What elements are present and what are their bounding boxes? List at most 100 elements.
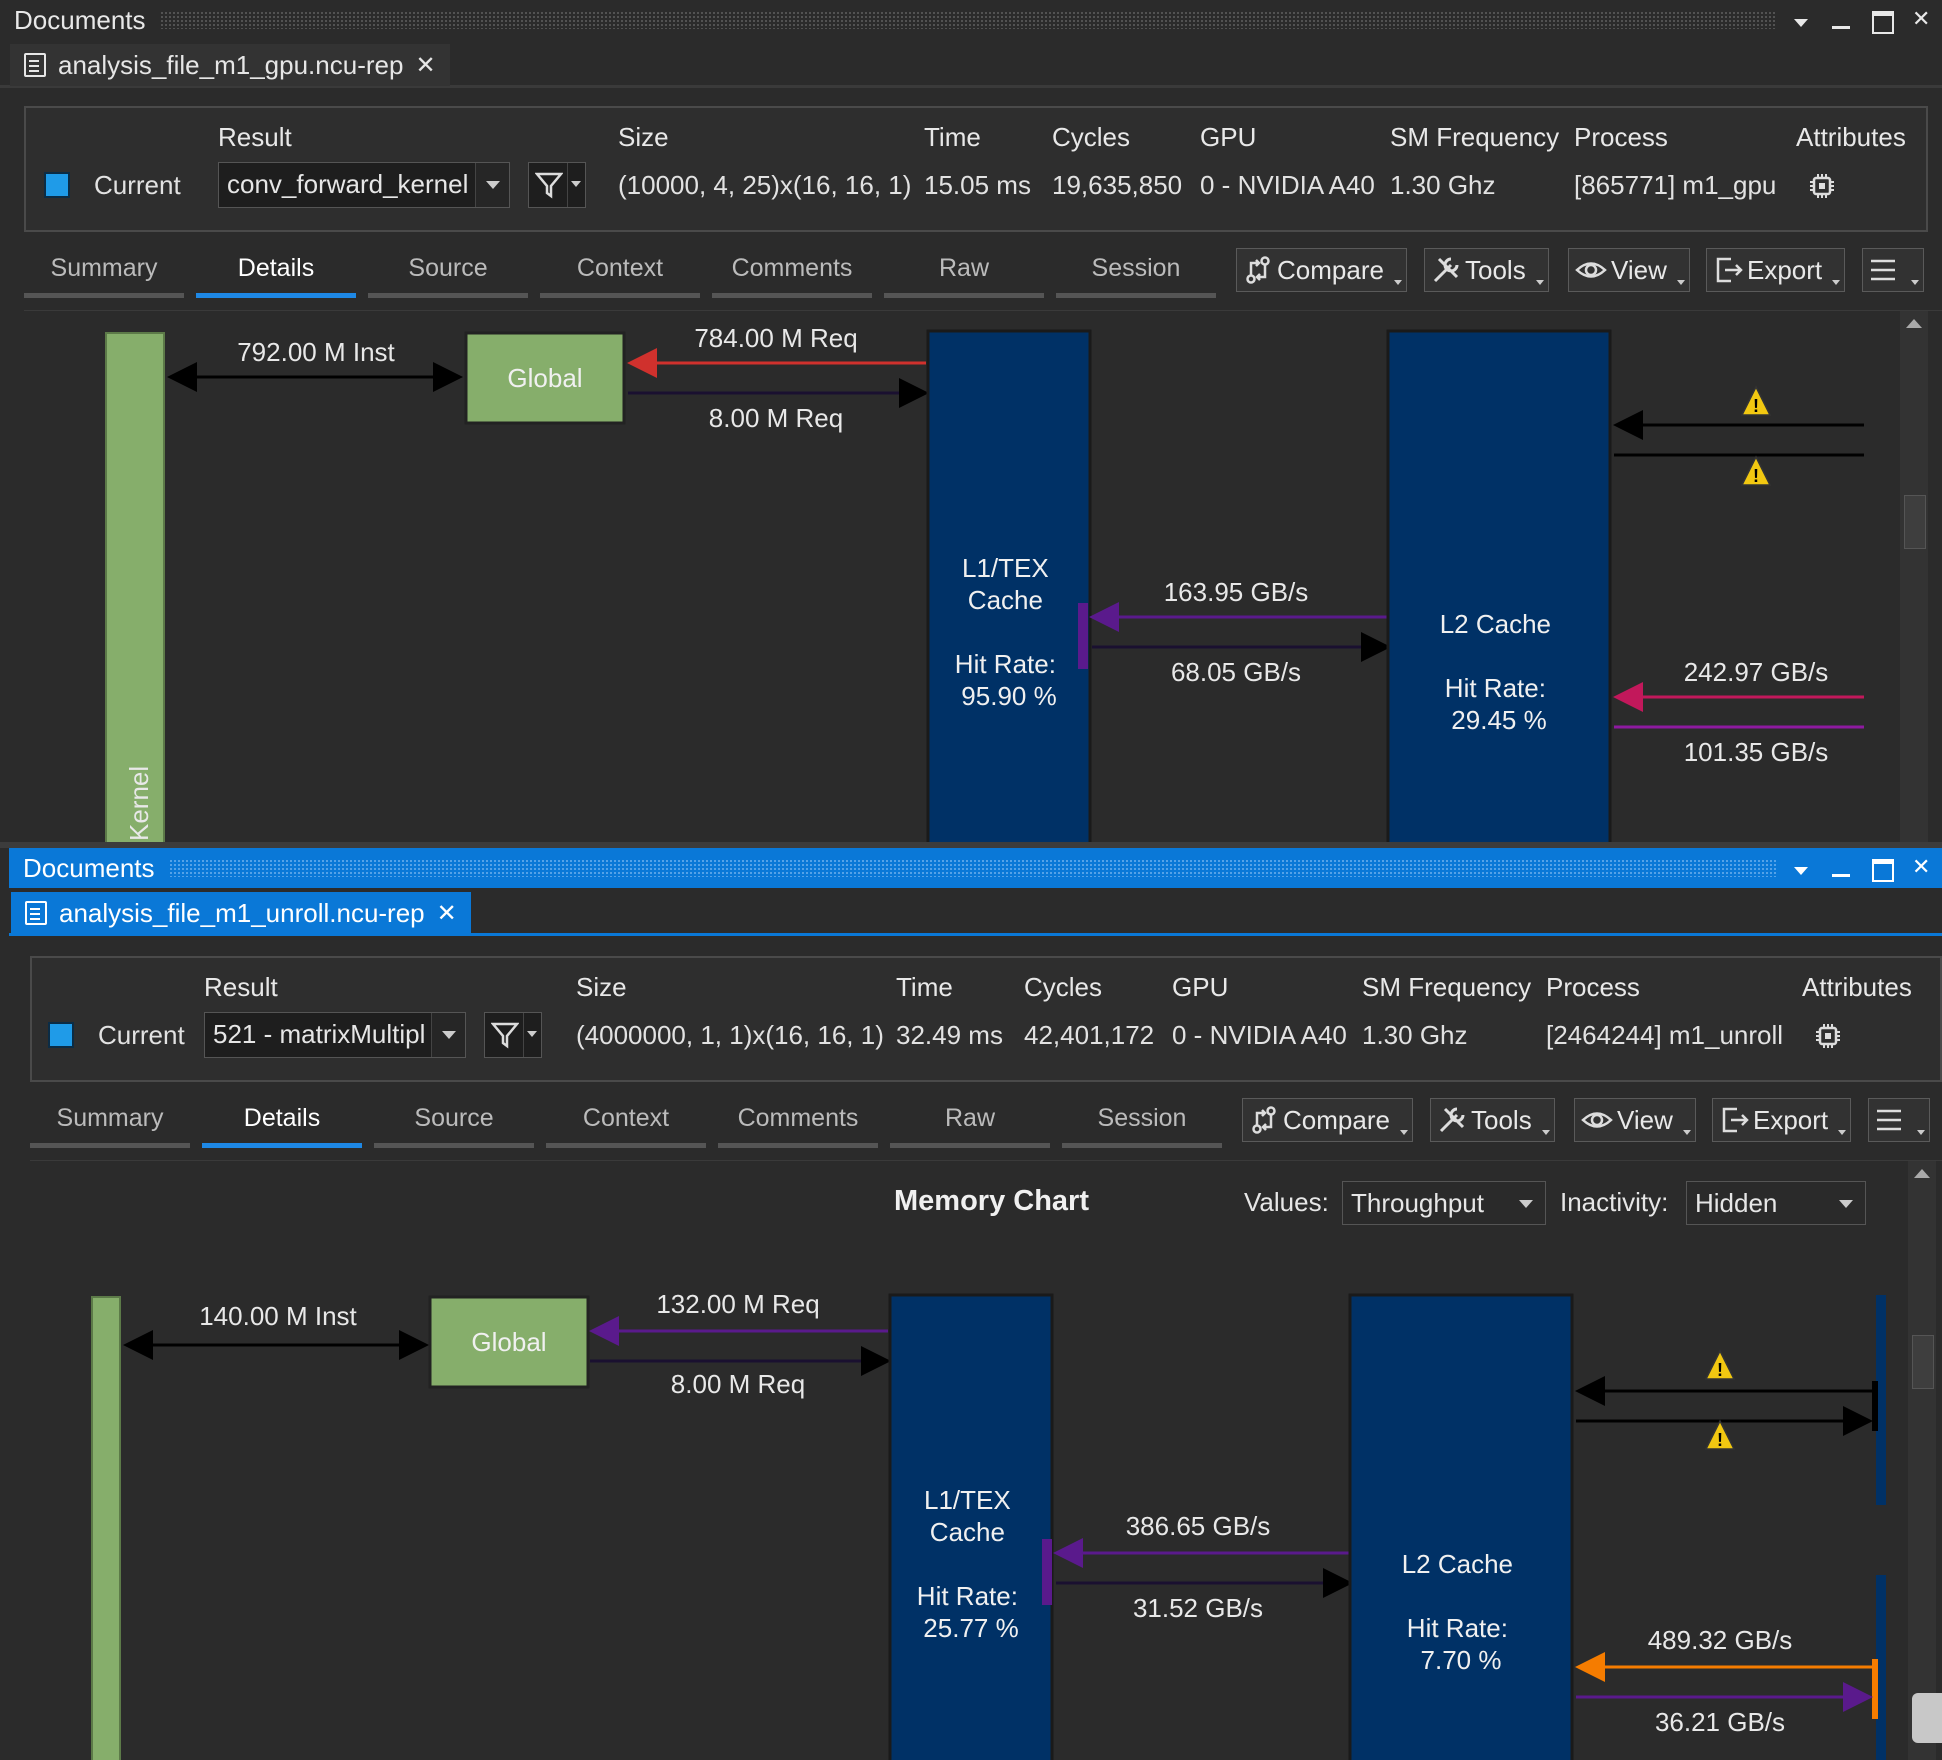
- view-button[interactable]: View: [1574, 1098, 1696, 1142]
- gear-icon[interactable]: [1814, 1022, 1842, 1050]
- current-label: Current: [94, 170, 181, 200]
- warning-triangle-icon[interactable]: !: [1704, 1349, 1736, 1380]
- tab-session[interactable]: Session: [1056, 246, 1216, 298]
- l2-line: L2 Cache: [1402, 1549, 1513, 1579]
- collapse-button[interactable]: C: [1912, 1693, 1942, 1743]
- warning-triangle-icon[interactable]: !: [1740, 455, 1772, 486]
- l2-cache-block[interactable]: [1348, 1293, 1574, 1760]
- tab-summary[interactable]: Summary: [30, 1096, 190, 1148]
- tab-details[interactable]: Details: [196, 246, 356, 298]
- gear-icon[interactable]: [1808, 172, 1836, 200]
- tools-button[interactable]: Tools: [1430, 1098, 1555, 1142]
- filter-menu-arrow[interactable]: [567, 163, 585, 207]
- l1-line: 95.90 %: [961, 681, 1056, 711]
- tools-button[interactable]: Tools: [1424, 248, 1549, 292]
- gpu-value: 0 - NVIDIA A40: [1172, 1020, 1347, 1050]
- view-label: View: [1611, 254, 1667, 285]
- kernel-block[interactable]: [91, 1296, 121, 1760]
- gpu-label: GPU: [1172, 972, 1229, 1002]
- memory-chart-unroll: 140.00 M Inst Global 132.00 M Req 8.00 M…: [91, 1289, 1886, 1760]
- scroll-up-icon[interactable]: [1912, 1167, 1932, 1183]
- req-out-label: 8.00 M Req: [671, 1369, 805, 1399]
- minimize-icon[interactable]: [1830, 857, 1852, 879]
- file-tab-label: analysis_file_m1_gpu.ncu-rep: [58, 49, 404, 80]
- documents-title: Documents: [14, 4, 146, 35]
- result-dropdown[interactable]: 521 - matrixMultipl: [204, 1012, 466, 1058]
- close-tab-icon[interactable]: ✕: [415, 51, 435, 80]
- export-button[interactable]: Export: [1712, 1098, 1852, 1142]
- tab-raw[interactable]: Raw: [890, 1096, 1050, 1148]
- tab-comments[interactable]: Comments: [712, 246, 872, 298]
- dram-out-label: 101.35 GB/s: [1684, 737, 1829, 767]
- maximize-icon[interactable]: [1870, 857, 1894, 882]
- view-button[interactable]: View: [1568, 248, 1690, 292]
- warning-triangle-icon[interactable]: !: [1704, 1419, 1736, 1450]
- filter-icon: [535, 172, 563, 199]
- tab-comments[interactable]: Comments: [718, 1096, 878, 1148]
- filter-menu-arrow[interactable]: [523, 1013, 541, 1057]
- tools-icon: [1433, 257, 1459, 283]
- report-file-icon: [24, 53, 46, 77]
- size-label: Size: [576, 972, 627, 1002]
- sm-frequency-label: SM Frequency: [1362, 972, 1532, 1002]
- tab-source[interactable]: Source: [374, 1096, 534, 1148]
- time-label: Time: [896, 972, 953, 1002]
- minimize-icon[interactable]: [1830, 9, 1852, 31]
- panel-menu-icon[interactable]: [1790, 9, 1812, 31]
- l1-line: Cache: [930, 1517, 1005, 1547]
- close-tab-icon[interactable]: ✕: [437, 899, 457, 928]
- document-panel-unroll: Documents analysis_file_m1_unroll.ncu-re…: [0, 848, 1942, 1760]
- tab-session[interactable]: Session: [1062, 1096, 1222, 1148]
- tab-details[interactable]: Details: [202, 1096, 362, 1148]
- details-content-gpu: Kernel 792.00 M Inst Global 784.00 M Req…: [24, 310, 1942, 844]
- file-tab[interactable]: analysis_file_m1_unroll.ncu-rep ✕: [11, 892, 471, 934]
- cycles-value: 19,635,850: [1052, 170, 1183, 200]
- menu-button[interactable]: [1868, 1098, 1930, 1142]
- maximize-icon[interactable]: [1870, 9, 1894, 34]
- scroll-up-icon[interactable]: [1904, 317, 1924, 333]
- file-tab[interactable]: analysis_file_m1_gpu.ncu-rep ✕: [10, 44, 450, 86]
- l2-line: L2 Cache: [1440, 609, 1551, 639]
- vertical-scrollbar[interactable]: [1900, 311, 1928, 844]
- tab-source[interactable]: Source: [368, 246, 528, 298]
- sm-frequency-value: 1.30 Ghz: [1362, 1020, 1468, 1050]
- result-header: Current Result conv_forward_kernel Size …: [24, 106, 1928, 232]
- req-in-label: 784.00 M Req: [694, 323, 857, 353]
- scroll-thumb[interactable]: [1912, 1335, 1934, 1389]
- attributes-label: Attributes: [1796, 122, 1906, 152]
- filter-button[interactable]: [484, 1012, 542, 1058]
- dram-in-label: 242.97 GB/s: [1684, 657, 1829, 687]
- dram-out-label: 36.21 GB/s: [1655, 1707, 1785, 1737]
- scroll-thumb[interactable]: [1904, 495, 1926, 549]
- warning-triangle-icon[interactable]: !: [1740, 385, 1772, 416]
- vertical-scrollbar[interactable]: [1908, 1161, 1936, 1760]
- result-dropdown[interactable]: conv_forward_kernel: [218, 162, 510, 208]
- tab-summary[interactable]: Summary: [24, 246, 184, 298]
- document-panel-gpu: Documents analysis_file_m1_gpu.ncu-rep ✕…: [0, 0, 1942, 844]
- tab-raw[interactable]: Raw: [884, 246, 1044, 298]
- result-value: conv_forward_kernel: [227, 169, 469, 199]
- close-icon[interactable]: [1910, 6, 1932, 32]
- tools-label: Tools: [1471, 1104, 1532, 1135]
- drag-grip[interactable]: [168, 859, 1776, 877]
- tab-context[interactable]: Context: [540, 246, 700, 298]
- l2-cache-block[interactable]: [1386, 329, 1612, 844]
- filter-button[interactable]: [528, 162, 586, 208]
- close-icon[interactable]: [1910, 854, 1932, 880]
- export-button[interactable]: Export: [1706, 248, 1846, 292]
- l2-line: 29.45 %: [1451, 705, 1546, 735]
- compare-button[interactable]: Compare: [1242, 1098, 1413, 1142]
- panel-menu-icon[interactable]: [1790, 857, 1812, 879]
- drag-grip[interactable]: [159, 11, 1776, 29]
- compare-icon: [1252, 1106, 1276, 1134]
- compare-label: Compare: [1277, 254, 1384, 285]
- tab-context[interactable]: Context: [546, 1096, 706, 1148]
- memory-chart-gpu: Kernel 792.00 M Inst Global 784.00 M Req…: [105, 323, 1864, 844]
- menu-button[interactable]: [1862, 248, 1924, 292]
- gpu-value: 0 - NVIDIA A40: [1200, 170, 1375, 200]
- kernel-label: Kernel: [124, 766, 154, 841]
- report-file-icon: [25, 901, 47, 925]
- size-label: Size: [618, 122, 669, 152]
- compare-button[interactable]: Compare: [1236, 248, 1407, 292]
- l1-port: [1042, 1539, 1052, 1605]
